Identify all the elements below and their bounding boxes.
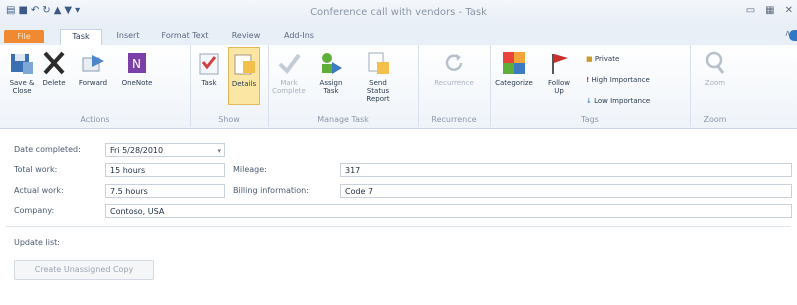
categorize-label: Categorize [495, 79, 533, 87]
group-label-show: Show [218, 115, 240, 124]
mileage-label: Mileage: [233, 165, 267, 174]
create-unassigned-copy-button[interactable]: Create Unassigned Copy [14, 260, 154, 280]
group-label-recurrence: Recurrence [431, 115, 477, 124]
magnifier-icon [702, 50, 728, 76]
checkmark-icon [276, 50, 302, 76]
zoom-label: Zoom [704, 79, 726, 87]
date-completed-field[interactable]: Fri 5/28/2010 ▾ [105, 143, 225, 157]
delete-label: Delete [42, 79, 66, 87]
recurrence-button[interactable]: Recurrence [428, 50, 480, 87]
delete-icon [41, 50, 67, 76]
ribbon: Save & Close Delete Forward N OneNote Ac… [0, 45, 797, 129]
close-icon[interactable]: ✕ [785, 5, 793, 16]
tab-format-text[interactable]: Format Text [156, 29, 214, 45]
group-label-zoom: Zoom [703, 115, 727, 124]
group-zoom: Zoom Zoom [690, 45, 740, 127]
forward-button[interactable]: Forward [74, 50, 112, 87]
details-icon [231, 51, 257, 77]
assign-task-label: Assign Task [319, 79, 343, 95]
send-status-report-button[interactable]: Send Status Report [358, 50, 398, 103]
onenote-label: OneNote [121, 79, 153, 87]
minimize-icon[interactable]: ▭ [746, 5, 755, 16]
window-controls: ▭ ▦ ✕ [746, 5, 793, 16]
onenote-button[interactable]: N OneNote [118, 50, 156, 87]
task-view-button[interactable]: Task [194, 50, 224, 87]
section-divider [6, 226, 791, 227]
send-status-label: Send Status Report [366, 79, 390, 103]
actual-work-field[interactable]: 7.5 hours [105, 184, 225, 198]
recurrence-label: Recurrence [434, 79, 474, 87]
tab-task[interactable]: Task [60, 29, 102, 46]
low-importance-button[interactable]: ↓ Low Importance [586, 97, 650, 105]
follow-up-button[interactable]: Follow Up [544, 50, 574, 95]
tab-insert[interactable]: Insert [112, 29, 144, 45]
tab-file[interactable]: File [4, 30, 44, 43]
onenote-icon: N [124, 50, 150, 76]
group-tags: Categorize Follow Up ■ Private ! High Im… [490, 45, 691, 127]
high-importance-icon: ! [586, 76, 590, 84]
dropdown-arrow-icon[interactable]: ▾ [217, 144, 221, 158]
company-field[interactable]: Contoso, USA [105, 204, 792, 218]
follow-up-label: Follow Up [548, 79, 570, 95]
window-title: Conference call with vendors - Task [310, 7, 487, 18]
task-label: Task [201, 79, 217, 87]
details-button[interactable]: Details [228, 47, 260, 105]
group-manage-task: Mark Complete Assign Task Send Status Re… [268, 45, 419, 127]
delete-button[interactable]: Delete [40, 50, 68, 87]
assign-task-button[interactable]: Assign Task [314, 50, 348, 95]
save-close-icon [9, 50, 35, 76]
zoom-button[interactable]: Zoom [698, 50, 732, 87]
company-label: Company: [14, 206, 55, 215]
billing-information-field[interactable]: Code 7 [340, 184, 792, 198]
group-label-manage-task: Manage Task [317, 115, 369, 124]
group-show: Task Details Show [190, 45, 269, 127]
lock-icon: ■ [586, 55, 593, 63]
categorize-icon [501, 50, 527, 76]
tab-review[interactable]: Review [226, 29, 266, 45]
recurrence-icon [441, 50, 467, 76]
billing-information-label: Billing information: [233, 186, 309, 195]
high-importance-label: High Importance [591, 76, 650, 84]
save-close-label: Save & Close [9, 79, 35, 95]
task-icon [196, 50, 222, 76]
ribbon-tabs: File Task Insert Format Text Review Add-… [0, 25, 797, 46]
date-completed-label: Date completed: [14, 145, 81, 154]
mark-complete-label: Mark Complete [272, 79, 306, 95]
categorize-button[interactable]: Categorize [492, 50, 536, 87]
high-importance-button[interactable]: ! High Importance [586, 76, 650, 84]
update-list-label: Update list: [14, 238, 60, 247]
tab-add-ins[interactable]: Add-Ins [278, 29, 320, 45]
group-label-tags: Tags [581, 115, 599, 124]
mileage-field[interactable]: 317 [340, 163, 792, 177]
low-importance-icon: ↓ [586, 97, 592, 105]
forward-label: Forward [78, 79, 108, 87]
title-bar: ▤ ■ ↶ ↻ ▲ ▼ ▾ Conference call with vendo… [0, 0, 797, 25]
maximize-icon[interactable]: ▦ [765, 5, 774, 16]
group-recurrence: Recurrence Recurrence [418, 45, 491, 127]
group-label-actions: Actions [80, 115, 110, 124]
group-actions: Save & Close Delete Forward N OneNote Ac… [0, 45, 191, 127]
date-completed-value: Fri 5/28/2010 [110, 146, 164, 155]
svg-text:N: N [132, 57, 141, 71]
mark-complete-button[interactable]: Mark Complete [272, 50, 306, 95]
low-importance-label: Low Importance [594, 97, 651, 105]
status-report-icon [365, 50, 391, 76]
total-work-label: Total work: [14, 165, 58, 174]
total-work-field[interactable]: 15 hours [105, 163, 225, 177]
save-close-button[interactable]: Save & Close [8, 50, 36, 95]
private-button[interactable]: ■ Private [586, 55, 619, 63]
flag-icon [546, 50, 572, 76]
assign-task-icon [318, 50, 344, 76]
actual-work-label: Actual work: [14, 186, 64, 195]
forward-icon [80, 50, 106, 76]
help-icon[interactable] [789, 30, 797, 41]
private-label: Private [594, 55, 620, 63]
details-label: Details [231, 80, 257, 88]
